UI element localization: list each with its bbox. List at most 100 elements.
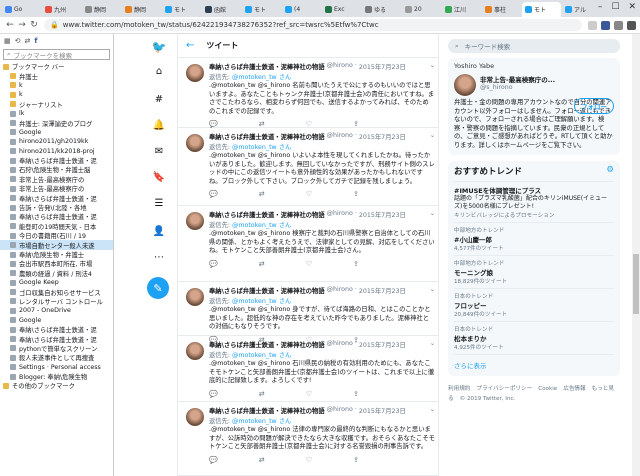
tweet[interactable]: 奉納\さらば弁護士鉄道・泥棒神社の物語 @hirono · 2015年7月23日 ⌄ 返信… — [178, 336, 438, 402]
browser-tab[interactable]: モト — [242, 2, 281, 17]
tweet-date[interactable]: 2015年7月23日 — [359, 340, 406, 349]
bookmark-item[interactable]: 弁護士: 深澤諭史のブログ — [0, 118, 113, 128]
bookmark-item[interactable]: 奉納\さらば弁護士鉄道・泥 — [0, 334, 113, 344]
hashtag-icon[interactable]: # — [144, 94, 174, 105]
trend-item[interactable]: 中部地方のトレンド モーニング娘 18,829件のツイート — [454, 256, 614, 289]
bookmark-item[interactable]: 奉納\危険生物・弁護士 — [0, 250, 113, 259]
retweet-icon[interactable]: ⇄ — [259, 390, 265, 398]
browser-tab[interactable]: 20 — [402, 2, 441, 17]
bookmark-item[interactable]: 会出市駅西本町所在, 市場 — [0, 259, 113, 268]
chevron-down-icon[interactable]: ⌄ — [430, 406, 435, 415]
profile-icon[interactable]: 👤 — [144, 226, 174, 237]
share-icon[interactable]: ⇪ — [353, 260, 359, 268]
bookmark-item[interactable]: 奉納\さらば弁護士鉄道・泥 — [0, 212, 113, 221]
share-icon[interactable]: ⇪ — [353, 190, 359, 198]
scrollbar[interactable] — [632, 34, 640, 476]
bookmark-item[interactable]: 告訴・告発\(北陸・各地 — [0, 203, 113, 212]
browser-tab[interactable]: Go — [2, 2, 41, 17]
trend-name[interactable]: フロッピー — [454, 300, 614, 310]
more-icon[interactable]: ⋯ — [144, 252, 174, 263]
minimize-icon[interactable]: – — [598, 2, 603, 12]
tweet[interactable]: 奉納\さらば弁護士鉄道・泥棒神社の物語 @hirono · 2015年7月23日 ⌄ 返信… — [178, 402, 438, 476]
bookmark-item[interactable]: 能登町の19時間天気 - 日本 — [0, 222, 113, 231]
avatar[interactable] — [186, 64, 204, 82]
reload-icon[interactable]: ↻ — [28, 20, 40, 30]
bookmark-item[interactable]: ゴロ収集自お知らせサービス — [0, 287, 113, 297]
tweet-date[interactable]: 2015年7月23日 — [359, 406, 406, 415]
bookmark-folder[interactable]: 弁護士 — [0, 71, 113, 81]
tweet-date[interactable]: 2015年7月23日 — [359, 132, 406, 141]
compose-tweet-button[interactable]: ✎ — [147, 277, 169, 299]
bookmark-folder[interactable]: k — [0, 90, 113, 99]
bookmark-icon[interactable]: 🔖 — [144, 172, 174, 183]
chevron-down-icon[interactable]: ⌄ — [430, 132, 435, 141]
bookmark-item[interactable]: レンタルサーバ コントロール — [0, 297, 113, 306]
menu-icon[interactable] — [627, 20, 636, 30]
trend-name[interactable]: #IMUSEを体調管理にプラス — [454, 185, 614, 195]
follow-button[interactable]: フォロー — [574, 98, 614, 114]
gear-icon[interactable]: ⚙ — [606, 165, 614, 177]
avatar[interactable] — [186, 134, 204, 152]
reply-to-handle[interactable]: @motoken_tw さん — [232, 144, 291, 151]
bookmark-folder[interactable]: その他のブックマーク — [0, 381, 113, 390]
trend-item[interactable]: 中部地方のトレンド #小山慶一郎 4,577件のツイート — [454, 223, 614, 256]
tweet-date[interactable]: 2015年7月23日 — [359, 62, 406, 71]
reply-to-handle[interactable]: @motoken_tw さん — [232, 352, 291, 359]
reply-to-handle[interactable]: @motoken_tw さん — [232, 222, 291, 229]
close-icon[interactable]: ✕ — [628, 2, 636, 12]
browser-tab[interactable]: アル — [562, 2, 601, 17]
footer-link[interactable]: 利用規約 — [448, 386, 470, 392]
twitter-search-input[interactable]: ⌕ キーワード検索 — [448, 39, 620, 53]
reply-icon[interactable]: 💬 — [209, 456, 218, 464]
reply-to-handle[interactable]: @motoken_tw さん — [232, 74, 291, 81]
bookmark-item[interactable]: 石狩\危険生物・弁護士脳 — [0, 165, 113, 174]
star-icon[interactable] — [588, 20, 597, 30]
tweet-author-name[interactable]: 奉納\さらば弁護士鉄道・泥棒神社の物語 — [209, 286, 325, 295]
url-field[interactable]: 🔒 www.twitter.com/motoken_tw/status/6242… — [44, 19, 582, 31]
bookmark-item[interactable]: Blogger: 奉納\危険生物 — [0, 372, 113, 381]
show-more-link[interactable]: さらに表示 — [454, 355, 614, 372]
trend-name[interactable]: #小山慶一郎 — [454, 234, 614, 244]
browser-tab[interactable]: (4 — [282, 2, 321, 17]
bookmark-search-input[interactable]: ⌕ ブックマークを検索 — [3, 49, 110, 60]
browser-tab[interactable]: Exc — [322, 2, 361, 17]
avatar[interactable] — [186, 212, 204, 230]
tweet-author-name[interactable]: 奉納\さらば弁護士鉄道・泥棒神社の物語 — [209, 62, 325, 71]
bookmark-folder[interactable]: k — [0, 81, 113, 90]
bookmark-item[interactable]: hirono2011/gh2019kk — [0, 137, 113, 146]
tweet-author-name[interactable]: 奉納\さらば弁護士鉄道・泥棒神社の物語 — [209, 406, 325, 415]
bookmark-item[interactable]: Google Keep — [0, 278, 113, 287]
like-icon[interactable]: ♡ — [306, 190, 312, 198]
back-arrow-icon[interactable]: ← — [186, 40, 194, 51]
bell-icon[interactable]: 🔔 — [144, 120, 174, 131]
avatar[interactable] — [186, 288, 204, 306]
tweet-author-name[interactable]: 奉納\さらば弁護士鉄道・泥棒神社の物語 — [209, 210, 325, 219]
tweet-date[interactable]: 2015年7月23日 — [359, 210, 406, 219]
bookmark-item[interactable]: hirono2011/kk2018-proj — [0, 147, 113, 156]
footer-link[interactable]: 広告情報 — [563, 386, 585, 392]
trend-name[interactable]: モーニング娘 — [454, 267, 614, 277]
reply-icon[interactable]: 💬 — [209, 390, 218, 398]
bookmark-item[interactable]: lk — [0, 109, 113, 118]
retweet-icon[interactable]: ⇄ — [259, 260, 265, 268]
trend-item[interactable]: #IMUSEを体調管理にプラス 話題の「プラズマ乳酸菌」配合のキリンiMUSE(イ… — [454, 182, 614, 223]
browser-tab[interactable]: 九州 — [42, 2, 81, 17]
twitter-logo-icon[interactable]: 🐦 — [144, 40, 174, 54]
bookmark-item[interactable]: 奉納\さらば弁護士鉄道・泥 — [0, 325, 113, 334]
extension-icon[interactable] — [614, 20, 623, 30]
extension-icon[interactable] — [601, 20, 610, 30]
bookmark-item[interactable]: 農類の経過 / 資料 / 刑法4 — [0, 269, 113, 278]
browser-tab[interactable]: 静岡 — [82, 2, 121, 17]
browser-tab[interactable]: ゆる — [362, 2, 401, 17]
history-icon[interactable]: ⟲ — [15, 37, 21, 45]
browser-tab[interactable]: 函館 — [202, 2, 241, 17]
tweet-author-name[interactable]: 奉納\さらば弁護士鉄道・泥棒神社の物語 — [209, 340, 325, 349]
forward-icon[interactable]: → — [16, 20, 28, 30]
tweet-date[interactable]: 2015年7月23日 — [359, 286, 406, 295]
retweet-icon[interactable]: ⇄ — [259, 190, 265, 198]
browser-tab[interactable]: モト — [162, 2, 201, 17]
tweet[interactable]: 奉納\さらば弁護士鉄道・泥棒神社の物語 @hirono · 2015年7月23日 ⌄ 返信… — [178, 128, 438, 206]
trend-item[interactable]: 日本のトレンド 松本まりか 4,925件のツイート — [454, 322, 614, 355]
list-icon[interactable]: ☰ — [144, 198, 174, 209]
bookmark-item[interactable]: 非常上告-最高検察庁の — [0, 184, 113, 193]
